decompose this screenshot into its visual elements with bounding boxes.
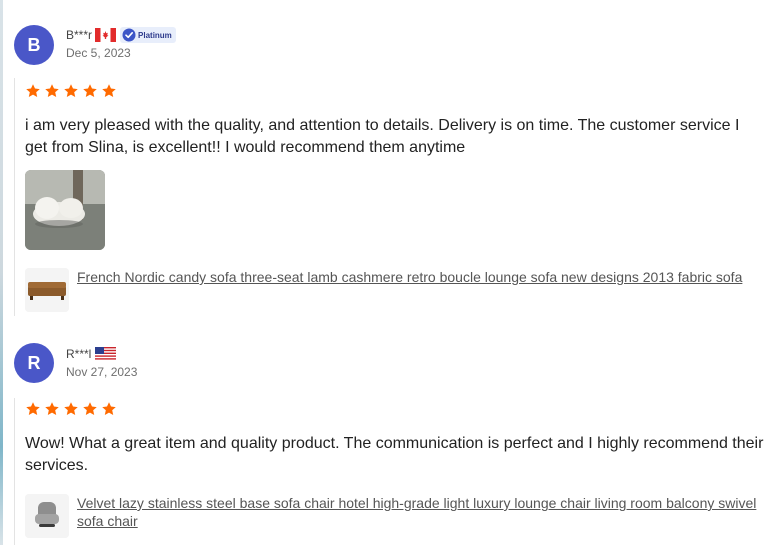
- star-rating: [25, 83, 117, 99]
- review-photo[interactable]: [25, 170, 105, 250]
- star-icon: [64, 402, 78, 415]
- canada-flag-icon: [95, 28, 117, 42]
- review-meta: R***l Nov 27, 2023: [66, 345, 137, 379]
- review-meta: B***r Platinum Dec 5, 2023: [66, 26, 176, 60]
- platinum-badge: Platinum: [120, 27, 176, 43]
- star-icon: [45, 402, 59, 415]
- badge-label: Platinum: [138, 30, 172, 40]
- product-thumbnail[interactable]: [25, 268, 69, 312]
- avatar: R: [14, 343, 54, 383]
- product-link-row[interactable]: French Nordic candy sofa three-seat lamb…: [25, 268, 765, 312]
- review-date: Nov 27, 2023: [66, 365, 138, 379]
- reviewer-name: R***l: [66, 347, 92, 361]
- product-link-row[interactable]: Velvet lazy stainless steel base sofa ch…: [25, 494, 765, 538]
- star-icon: [102, 402, 116, 415]
- star-icon: [26, 402, 40, 415]
- product-thumbnail[interactable]: [25, 494, 69, 538]
- us-flag-icon: [95, 347, 117, 361]
- star-icon: [26, 84, 40, 97]
- thread-divider: [14, 398, 15, 545]
- star-icon: [83, 402, 97, 415]
- product-link[interactable]: French Nordic candy sofa three-seat lamb…: [77, 268, 765, 286]
- star-icon: [102, 84, 116, 97]
- sofa-photo-image: [25, 170, 105, 250]
- star-icon: [45, 84, 59, 97]
- star-rating: [25, 401, 117, 417]
- reviewer-row: B***r Platinum: [66, 26, 176, 44]
- reviewer-row: R***l: [66, 345, 137, 363]
- avatar-letter: B: [27, 34, 41, 55]
- star-icon: [83, 84, 97, 97]
- thread-divider: [14, 78, 15, 316]
- chair-thumbnail-image: [25, 494, 69, 538]
- star-icon: [64, 84, 78, 97]
- review-card: B B***r Platinum Dec 5, 2023 i am very p…: [0, 0, 780, 318]
- product-link[interactable]: Velvet lazy stainless steel base sofa ch…: [77, 494, 765, 530]
- sofa-thumbnail-image: [25, 268, 69, 312]
- avatar-letter: R: [27, 352, 41, 373]
- platinum-badge-icon: [122, 28, 136, 42]
- review-card: R R***l Nov 27, 2023 Wow! What a great i…: [0, 318, 780, 545]
- review-date: Dec 5, 2023: [66, 46, 131, 60]
- avatar: B: [14, 25, 54, 65]
- review-text: Wow! What a great item and quality produ…: [25, 435, 764, 474]
- review-text: i am very pleased with the quality, and …: [25, 117, 740, 156]
- reviewer-name: B***r: [66, 28, 93, 42]
